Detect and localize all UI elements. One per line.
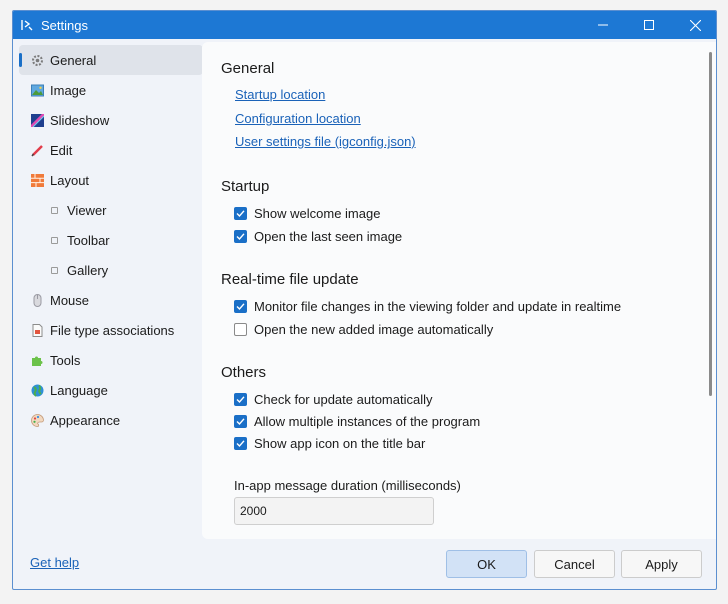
check-for-update-checkbox[interactable]: Check for update automatically <box>234 390 432 408</box>
sidebar-item-label: Layout <box>50 172 90 188</box>
sidebar-item-mouse[interactable]: Mouse <box>19 285 203 315</box>
startup-location-link[interactable]: Startup location <box>235 87 325 102</box>
allow-multiple-instances-checkbox[interactable]: Allow multiple instances of the program <box>234 412 480 430</box>
layout-icon <box>31 173 44 187</box>
message-duration-input[interactable] <box>234 497 434 525</box>
apply-button[interactable]: Apply <box>621 550 702 578</box>
monitor-file-changes-checkbox[interactable]: Monitor file changes in the viewing fold… <box>234 297 621 315</box>
palette-icon <box>31 413 44 427</box>
user-settings-file-link[interactable]: User settings file (igconfig.json) <box>235 134 416 149</box>
show-app-icon-checkbox[interactable]: Show app icon on the title bar <box>234 434 425 452</box>
section-title-general: General <box>221 60 275 77</box>
scrollbar[interactable] <box>709 52 712 396</box>
sidebar-item-label: Viewer <box>67 202 107 218</box>
checkbox-checked-icon[interactable] <box>234 299 247 313</box>
app-logo-icon <box>21 19 33 31</box>
settings-window: Settings General Image Slideshow Edit La… <box>12 10 717 590</box>
sidebar-item-tools[interactable]: Tools <box>19 345 203 375</box>
sidebar-nav: General Image Slideshow Edit Layout View… <box>19 45 203 435</box>
sidebar-item-label: Slideshow <box>50 112 110 128</box>
checkbox-checked-icon[interactable] <box>234 392 247 406</box>
window-title: Settings <box>41 17 88 33</box>
checkbox-label: Open the last seen image <box>254 228 403 244</box>
ok-button[interactable]: OK <box>446 550 527 578</box>
gear-icon <box>31 54 44 67</box>
checkbox-checked-icon[interactable] <box>234 436 247 450</box>
sidebar-item-language[interactable]: Language <box>19 375 203 405</box>
title-bar[interactable]: Settings <box>13 11 716 39</box>
cancel-button[interactable]: Cancel <box>534 550 615 578</box>
sidebar-item-label: Appearance <box>50 412 121 428</box>
close-button[interactable] <box>672 11 716 39</box>
sidebar-item-label: Language <box>50 382 108 398</box>
sidebar-item-edit[interactable]: Edit <box>19 135 203 165</box>
checkbox-checked-icon[interactable] <box>234 206 247 220</box>
get-help-link[interactable]: Get help <box>30 555 79 570</box>
sidebar-item-general[interactable]: General <box>19 45 203 75</box>
sidebar-item-label: Mouse <box>50 292 90 308</box>
sidebar-item-label: Gallery <box>67 262 109 278</box>
image-icon <box>31 84 44 97</box>
sidebar-item-viewer[interactable]: Viewer <box>19 195 203 225</box>
bullet-icon <box>51 236 58 244</box>
open-last-seen-image-checkbox[interactable]: Open the last seen image <box>234 227 402 245</box>
checkbox-label: Monitor file changes in the viewing fold… <box>254 298 622 314</box>
sidebar-item-label: Image <box>50 82 87 98</box>
checkbox-checked-icon[interactable] <box>234 414 247 428</box>
checkbox-label: Open the new added image automatically <box>254 321 494 337</box>
sidebar-item-gallery[interactable]: Gallery <box>19 255 203 285</box>
open-new-added-image-checkbox[interactable]: Open the new added image automatically <box>234 320 493 338</box>
maximize-button[interactable] <box>626 11 672 39</box>
checkbox-checked-icon[interactable] <box>234 229 247 243</box>
checkbox-label: Allow multiple instances of the program <box>254 413 481 429</box>
checkbox-label: Show welcome image <box>254 205 381 221</box>
message-duration-label: In-app message duration (milliseconds) <box>234 478 461 493</box>
globe-icon <box>31 384 44 397</box>
checkbox-label: Show app icon on the title bar <box>254 435 426 451</box>
sidebar-item-file-type-associations[interactable]: File type associations <box>19 315 203 345</box>
slideshow-icon <box>31 113 44 127</box>
show-welcome-image-checkbox[interactable]: Show welcome image <box>234 204 380 222</box>
sidebar-item-appearance[interactable]: Appearance <box>19 405 203 435</box>
section-title-startup: Startup <box>221 178 270 195</box>
section-title-realtime: Real-time file update <box>221 271 359 288</box>
checkbox-label: Check for update automatically <box>254 391 433 407</box>
bullet-icon <box>51 206 58 214</box>
settings-content-panel: General Startup location Configuration l… <box>202 42 716 539</box>
sidebar-item-slideshow[interactable]: Slideshow <box>19 105 203 135</box>
file-icon <box>31 323 44 337</box>
sidebar-item-toolbar[interactable]: Toolbar <box>19 225 203 255</box>
section-title-others: Others <box>221 364 267 381</box>
checkbox-unchecked-icon[interactable] <box>234 322 247 336</box>
bullet-icon <box>51 266 58 274</box>
sidebar-item-label: File type associations <box>50 322 175 338</box>
pencil-icon <box>31 144 44 157</box>
mouse-icon <box>31 293 44 307</box>
puzzle-icon <box>31 354 44 367</box>
minimize-button[interactable] <box>580 11 626 39</box>
sidebar-item-label: Edit <box>50 142 73 158</box>
sidebar-item-image[interactable]: Image <box>19 75 203 105</box>
sidebar-item-label: Toolbar <box>67 232 110 248</box>
sidebar-item-label: Tools <box>50 352 81 368</box>
sidebar-item-layout[interactable]: Layout <box>19 165 203 195</box>
sidebar-item-label: General <box>50 52 97 68</box>
configuration-location-link[interactable]: Configuration location <box>235 111 361 126</box>
